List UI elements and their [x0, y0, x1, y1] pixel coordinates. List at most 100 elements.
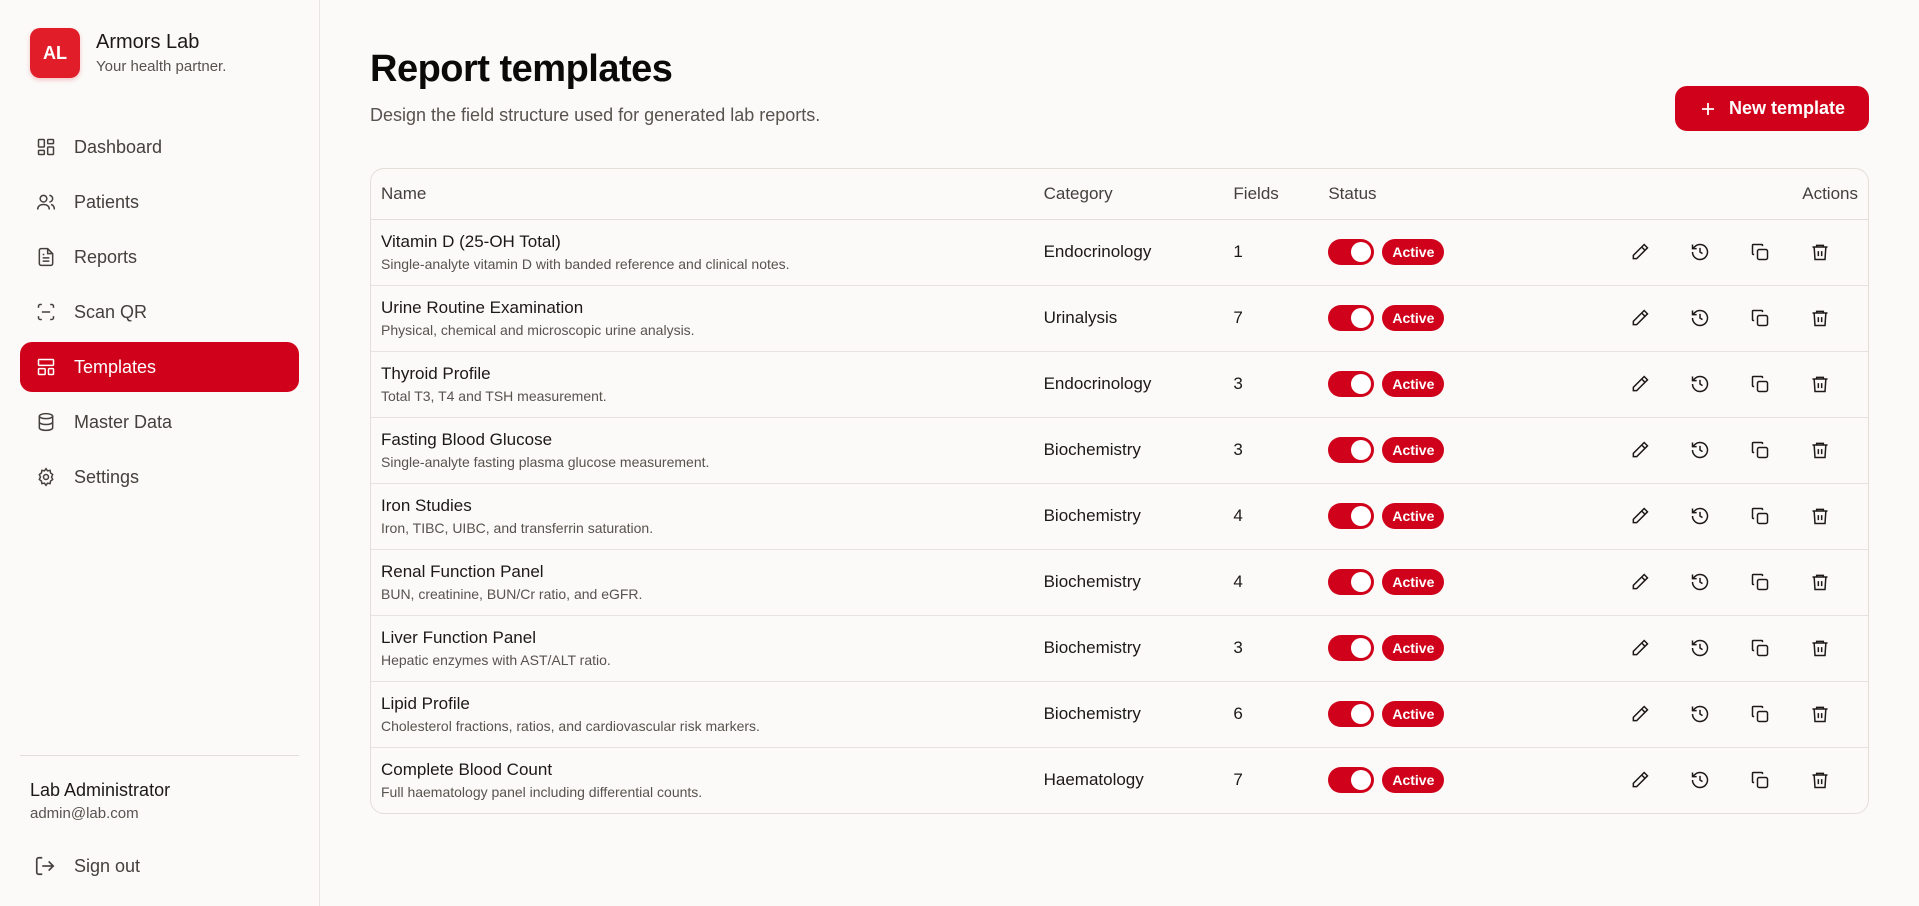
- duplicate-button[interactable]: [1730, 694, 1790, 734]
- duplicate-button[interactable]: [1730, 430, 1790, 470]
- template-category: Endocrinology: [1043, 374, 1152, 393]
- status-toggle[interactable]: [1328, 503, 1375, 529]
- brand-name: Armors Lab: [96, 31, 200, 53]
- sidebar-item-patients[interactable]: Patients: [20, 177, 299, 227]
- template-field-count: 1: [1233, 242, 1243, 261]
- table-row[interactable]: Vitamin D (25-OH Total) Single-analyte v…: [371, 219, 1868, 285]
- template-description: Total T3, T4 and TSH measurement.: [381, 388, 607, 404]
- sidebar-item-label: Scan QR: [74, 301, 148, 322]
- table-row[interactable]: Renal Function Panel BUN, creatinine, BU…: [371, 549, 1868, 615]
- duplicate-button[interactable]: [1730, 562, 1790, 602]
- edit-button[interactable]: [1610, 430, 1670, 470]
- sidebar-item-dashboard[interactable]: Dashboard: [20, 122, 299, 172]
- history-button[interactable]: [1670, 628, 1730, 668]
- template-field-count: 4: [1233, 506, 1243, 525]
- new-template-label: New template: [1728, 98, 1845, 118]
- history-button[interactable]: [1670, 496, 1730, 536]
- copy-icon: [1751, 772, 1769, 789]
- table-row[interactable]: Complete Blood Count Full haematology pa…: [371, 747, 1868, 813]
- template-description: Hepatic enzymes with AST/ALT ratio.: [381, 652, 611, 668]
- status-toggle[interactable]: [1328, 701, 1375, 727]
- gear-icon: [38, 467, 54, 487]
- sidebar-item-reports[interactable]: Reports: [20, 232, 299, 282]
- delete-button[interactable]: [1790, 628, 1850, 668]
- template-field-count: 4: [1233, 572, 1243, 591]
- edit-button[interactable]: [1610, 760, 1670, 800]
- duplicate-button[interactable]: [1730, 298, 1790, 338]
- new-template-button[interactable]: New template: [1674, 86, 1869, 131]
- edit-button[interactable]: [1610, 298, 1670, 338]
- delete-button[interactable]: [1790, 232, 1850, 272]
- duplicate-button[interactable]: [1730, 628, 1790, 668]
- trash-icon: [1812, 772, 1828, 789]
- duplicate-button[interactable]: [1730, 760, 1790, 800]
- template-description: BUN, creatinine, BUN/Cr ratio, and eGFR.: [381, 586, 643, 602]
- template-name: Lipid Profile: [381, 694, 470, 713]
- template-field-count: 3: [1233, 374, 1243, 393]
- trash-icon: [1812, 310, 1828, 327]
- history-button[interactable]: [1670, 694, 1730, 734]
- table-row[interactable]: Iron Studies Iron, TIBC, UIBC, and trans…: [371, 483, 1868, 549]
- sidebar-item-templates[interactable]: Templates: [20, 342, 299, 392]
- status-toggle[interactable]: [1328, 305, 1375, 331]
- delete-button[interactable]: [1790, 430, 1850, 470]
- delete-button[interactable]: [1790, 496, 1850, 536]
- edit-button[interactable]: [1610, 496, 1670, 536]
- delete-button[interactable]: [1790, 760, 1850, 800]
- edit-button[interactable]: [1610, 694, 1670, 734]
- template-field-count: 3: [1233, 440, 1243, 459]
- history-button[interactable]: [1670, 760, 1730, 800]
- history-button[interactable]: [1670, 364, 1730, 404]
- status-toggle[interactable]: [1328, 569, 1375, 595]
- template-description: Single-analyte fasting plasma glucose me…: [381, 454, 710, 470]
- trash-icon: [1812, 508, 1828, 525]
- sidebar-item-settings[interactable]: Settings: [20, 452, 299, 502]
- history-button[interactable]: [1670, 562, 1730, 602]
- table-row[interactable]: Lipid Profile Cholesterol fractions, rat…: [371, 681, 1868, 747]
- status-toggle[interactable]: [1328, 371, 1375, 397]
- delete-button[interactable]: [1790, 298, 1850, 338]
- duplicate-button[interactable]: [1730, 232, 1790, 272]
- edit-button[interactable]: [1610, 364, 1670, 404]
- plus-icon: [1701, 102, 1714, 115]
- delete-button[interactable]: [1790, 694, 1850, 734]
- template-description: Physical, chemical and microscopic urine…: [381, 322, 695, 338]
- status-toggle[interactable]: [1328, 635, 1375, 661]
- history-button[interactable]: [1670, 298, 1730, 338]
- page-title: Report templates: [370, 48, 673, 90]
- trash-icon: [1812, 640, 1828, 657]
- delete-button[interactable]: [1790, 364, 1850, 404]
- copy-icon: [1751, 375, 1769, 393]
- logout-icon: [35, 856, 55, 876]
- status-toggle[interactable]: [1328, 437, 1375, 463]
- table-row[interactable]: Thyroid Profile Total T3, T4 and TSH mea…: [371, 351, 1868, 417]
- edit-button[interactable]: [1610, 562, 1670, 602]
- sign-out-label: Sign out: [74, 855, 141, 876]
- templates-table: Name Category Fields Status Actions Vita…: [370, 168, 1869, 814]
- sidebar-divider: [20, 755, 299, 756]
- sidebar-item-label: Templates: [74, 356, 157, 377]
- status-badge: Active: [1382, 767, 1445, 794]
- template-name: Renal Function Panel: [381, 562, 544, 581]
- history-button[interactable]: [1670, 430, 1730, 470]
- table-row[interactable]: Fasting Blood Glucose Single-analyte fas…: [371, 417, 1868, 483]
- sidebar-item-master-data[interactable]: Master Data: [20, 397, 299, 447]
- sidebar-item-label: Settings: [74, 466, 140, 487]
- history-icon: [1691, 705, 1709, 723]
- delete-button[interactable]: [1790, 562, 1850, 602]
- sidebar-item-scan-qr[interactable]: Scan QR: [20, 287, 299, 337]
- edit-button[interactable]: [1610, 232, 1670, 272]
- table-row[interactable]: Urine Routine Examination Physical, chem…: [371, 285, 1868, 351]
- status-toggle[interactable]: [1328, 767, 1375, 794]
- duplicate-button[interactable]: [1730, 364, 1790, 404]
- pencil-icon: [1632, 309, 1649, 326]
- sign-out-button[interactable]: Sign out: [20, 846, 299, 886]
- history-button[interactable]: [1670, 232, 1730, 272]
- sidebar: AL Armors Lab Your health partner. Dashb…: [0, 0, 320, 906]
- table-row[interactable]: Liver Function Panel Hepatic enzymes wit…: [371, 615, 1868, 681]
- edit-button[interactable]: [1610, 628, 1670, 668]
- template-category: Biochemistry: [1043, 440, 1141, 459]
- status-toggle[interactable]: [1328, 239, 1375, 265]
- duplicate-button[interactable]: [1730, 496, 1790, 536]
- status-badge: Active: [1382, 305, 1445, 331]
